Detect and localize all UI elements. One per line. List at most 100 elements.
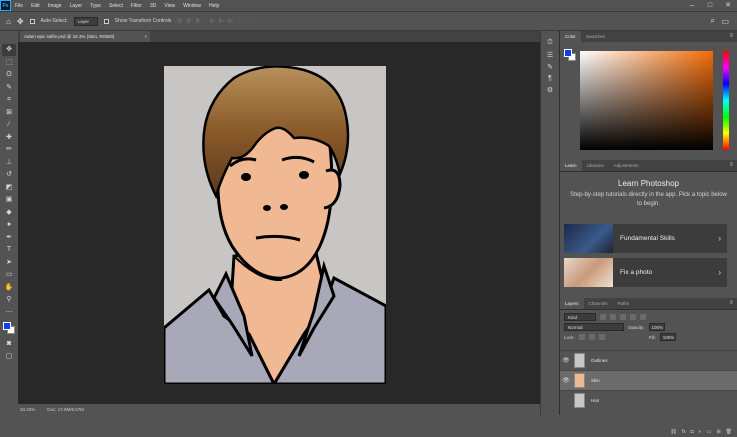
brush-tool-icon[interactable]: ✏ xyxy=(2,144,16,156)
gradient-tool-icon[interactable]: ▣ xyxy=(2,194,16,206)
eyedropper-tool-icon[interactable]: ⁄ xyxy=(2,119,16,131)
adjust-panel-icon[interactable]: ⚙ xyxy=(547,86,553,94)
menu-3d[interactable]: 3D xyxy=(146,3,160,9)
blur-tool-icon[interactable]: ◆ xyxy=(2,207,16,219)
home-icon[interactable]: ⌂ xyxy=(6,17,11,26)
menu-image[interactable]: Image xyxy=(44,3,66,9)
layer-row-outlines[interactable]: 👁 Outlines xyxy=(560,350,737,370)
eye-icon[interactable]: 👁 xyxy=(560,357,572,364)
fill-field[interactable]: 100% xyxy=(659,333,676,341)
tab-adjustments[interactable]: Adjustments xyxy=(609,160,644,171)
menu-layer[interactable]: Layer xyxy=(66,3,87,9)
properties-panel-icon[interactable]: ☰ xyxy=(547,51,553,59)
close-tab-icon[interactable]: × xyxy=(144,31,147,42)
quick-select-tool-icon[interactable]: ✎ xyxy=(2,82,16,94)
workspace-icon[interactable]: ▭ xyxy=(721,17,729,26)
history-panel-icon[interactable]: ⏱ xyxy=(547,39,552,47)
tab-learn[interactable]: Learn xyxy=(560,160,582,171)
type-filter-icon[interactable] xyxy=(620,314,626,320)
new-group-icon[interactable]: ▭ xyxy=(707,429,712,435)
add-mask-icon[interactable]: ◘ xyxy=(691,429,694,435)
adjustment-layer-icon[interactable]: ◐ xyxy=(699,429,702,435)
learn-panel-menu-icon[interactable]: ≡ xyxy=(729,160,733,171)
shape-filter-icon[interactable] xyxy=(630,314,636,320)
menu-file[interactable]: File xyxy=(11,3,27,9)
panel-foreground-swatch[interactable] xyxy=(564,49,572,57)
lock-all-icon[interactable] xyxy=(598,334,605,340)
pixel-filter-icon[interactable] xyxy=(600,314,606,320)
layer-name[interactable]: Skin xyxy=(591,378,600,383)
color-swatches[interactable] xyxy=(2,321,16,337)
menu-select[interactable]: Select xyxy=(105,3,127,9)
search-icon[interactable]: ⌕ xyxy=(711,16,715,26)
paragraph-panel-icon[interactable]: ¶ xyxy=(548,75,552,82)
shape-tool-icon[interactable]: ▭ xyxy=(2,269,16,281)
auto-select-dropdown[interactable]: Layer xyxy=(73,16,98,26)
healing-tool-icon[interactable]: ✚ xyxy=(2,132,16,144)
link-layers-icon[interactable]: ⛓ xyxy=(670,429,676,435)
lock-position-icon[interactable] xyxy=(588,334,595,340)
layer-row-skin[interactable]: 👁 Skin xyxy=(560,370,737,390)
layer-name[interactable]: Hair xyxy=(591,398,599,403)
path-select-tool-icon[interactable]: ➤ xyxy=(2,257,16,269)
new-layer-icon[interactable]: ⊞ xyxy=(716,429,720,435)
transform-controls-checkbox[interactable] xyxy=(103,18,109,24)
hand-tool-icon[interactable]: ✋ xyxy=(2,282,16,294)
history-brush-icon[interactable]: ↺ xyxy=(2,169,16,181)
layer-row-hair[interactable]: Hair xyxy=(560,390,737,410)
quick-mask-icon[interactable]: ◙ xyxy=(2,338,16,350)
menu-help[interactable]: Help xyxy=(205,3,223,9)
learn-card-fundamental-skills[interactable]: Fundamental Skills › xyxy=(564,224,727,253)
zoom-level[interactable]: 33.33% xyxy=(20,404,35,415)
dodge-tool-icon[interactable]: ● xyxy=(2,219,16,231)
type-tool-icon[interactable]: T xyxy=(2,244,16,256)
eye-icon[interactable]: 👁 xyxy=(560,377,572,384)
layers-panel-menu-icon[interactable]: ≡ xyxy=(729,298,733,309)
menu-filter[interactable]: Filter xyxy=(127,3,146,9)
photoshop-logo[interactable]: Ps xyxy=(0,0,11,11)
minimize-button[interactable]: – xyxy=(683,0,701,11)
lock-pixels-icon[interactable] xyxy=(578,334,585,340)
canvas-area[interactable] xyxy=(18,42,540,404)
menu-type[interactable]: Type xyxy=(86,3,105,9)
pen-tool-icon[interactable]: ✒ xyxy=(2,232,16,244)
menu-edit[interactable]: Edit xyxy=(27,3,44,9)
brush-panel-icon[interactable]: ✎ xyxy=(547,63,553,71)
opacity-field[interactable]: 100% xyxy=(648,323,665,331)
marquee-tool-icon[interactable]: ⬚ xyxy=(2,57,16,69)
stamp-tool-icon[interactable]: ⊥ xyxy=(2,157,16,169)
maximize-button[interactable]: □ xyxy=(701,0,719,11)
color-panel-menu-icon[interactable]: ≡ xyxy=(729,31,733,42)
document-canvas[interactable] xyxy=(164,66,386,384)
tab-color[interactable]: Color xyxy=(560,31,581,42)
menu-window[interactable]: Window xyxy=(179,3,205,9)
frame-tool-icon[interactable]: ⊠ xyxy=(2,107,16,119)
learn-card-fix-a-photo[interactable]: Fix a photo › xyxy=(564,258,727,287)
tab-swatches[interactable]: Swatches xyxy=(581,31,611,42)
tab-libraries[interactable]: Libraries xyxy=(582,160,609,171)
zoom-tool-icon[interactable]: ⚲ xyxy=(2,294,16,306)
close-button[interactable]: ✕ xyxy=(719,0,737,11)
document-tab[interactable]: Adam epic selfie.psd @ 33.3% (Skin, RGB/… xyxy=(20,31,150,42)
delete-layer-icon[interactable]: 🗑 xyxy=(726,429,732,435)
lasso-tool-icon[interactable]: ʘ xyxy=(2,69,16,81)
color-picker-field[interactable] xyxy=(580,51,713,150)
tab-paths[interactable]: Paths xyxy=(613,298,635,309)
layer-style-icon[interactable]: fx xyxy=(682,429,686,435)
hue-slider[interactable] xyxy=(723,51,729,150)
layer-name[interactable]: Outlines xyxy=(591,358,608,363)
menu-view[interactable]: View xyxy=(160,3,179,9)
layer-kind-filter[interactable]: Kind xyxy=(564,313,596,321)
blend-mode-dropdown[interactable]: Normal xyxy=(564,323,624,331)
eraser-tool-icon[interactable]: ◩ xyxy=(2,182,16,194)
screen-mode-icon[interactable]: ▢ xyxy=(2,351,16,363)
move-tool-icon[interactable]: ✥ xyxy=(17,17,24,26)
align-icons[interactable]: ⊪⊪⊪ ⊫⊫⊫ ··· xyxy=(177,17,257,25)
tab-layers[interactable]: Layers xyxy=(560,298,584,309)
foreground-color-swatch[interactable] xyxy=(3,322,11,330)
move-tool-icon[interactable]: ✥ xyxy=(2,44,16,56)
crop-tool-icon[interactable]: ⌗ xyxy=(2,94,16,106)
tab-channels[interactable]: Channels xyxy=(584,298,613,309)
more-tools-icon[interactable]: ⋯ xyxy=(2,307,16,319)
smart-filter-icon[interactable] xyxy=(640,314,646,320)
